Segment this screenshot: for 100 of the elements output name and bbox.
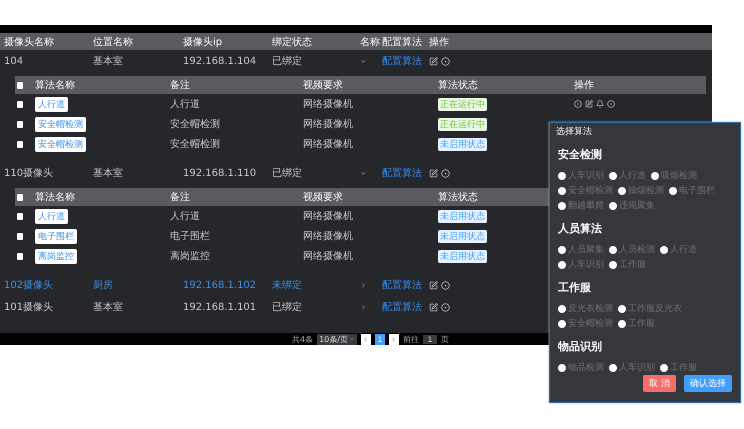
radio-button[interactable] [558,320,566,328]
column-header: 名称 [360,36,380,48]
row-checkbox[interactable] [17,212,23,220]
algorithm-option[interactable]: 反光衣检测 [558,302,613,315]
section-heading: 工作服 [558,280,592,295]
status-tag: 未启用状态 [438,250,487,262]
algorithm-option[interactable]: 电子围栏 [669,184,715,197]
edit-icon[interactable] [429,56,438,66]
radio-button[interactable] [618,320,626,328]
radio-button[interactable] [609,260,617,268]
select-all-checkbox[interactable] [17,194,23,200]
radio-button[interactable] [660,364,668,372]
goto-page-field[interactable]: 1 [422,334,437,344]
algorithm-option[interactable]: 安全帽检测 [558,184,613,197]
radio-button[interactable] [558,172,566,180]
column-header: 摄像头名称 [4,36,54,48]
table-cell-text: 网络摄像机 [303,210,354,223]
page-size-select[interactable]: 10条/页 [317,334,357,344]
config-link[interactable]: 配置算法 [382,278,429,292]
radio-button[interactable] [558,202,566,210]
edit-icon[interactable] [429,168,438,178]
algorithm-option[interactable]: 吸烟检测 [651,169,697,182]
page-button[interactable]: 1 [374,334,385,344]
edit-icon[interactable] [429,302,438,312]
row-checkbox[interactable] [17,252,23,260]
radio-button[interactable] [660,246,668,254]
bell-icon[interactable] [596,100,604,108]
section-heading: 安全检测 [558,147,603,162]
table-cell-text: 192.168.1.101 [183,302,258,312]
radio-button[interactable] [609,202,617,210]
table-cell-text: 192.168.1.104 [183,56,258,66]
expand-icon[interactable] [360,282,367,288]
radio-button[interactable] [651,172,659,180]
algorithm-option[interactable]: 工作服反光衣 [618,302,682,315]
edit-icon[interactable] [585,100,593,108]
algorithm-option[interactable]: 人行道 [609,169,646,182]
radio-button[interactable] [618,186,626,194]
circle-dot-icon[interactable] [441,168,450,178]
config-link[interactable]: 配置算法 [382,166,429,180]
algorithm-option[interactable]: 工作服 [618,317,655,330]
radio-button[interactable] [618,304,626,312]
algorithm-name: 人行道 [35,208,68,224]
radio-button[interactable] [558,260,566,268]
circle-dot-icon[interactable] [607,100,615,108]
algorithm-option[interactable]: 人车识别 [558,169,604,182]
algorithm-option[interactable]: 人车识别 [609,361,655,374]
row-checkbox[interactable] [17,140,23,148]
circle-dot-icon[interactable] [574,100,582,108]
radio-button[interactable] [558,186,566,194]
expand-icon[interactable] [360,58,367,64]
cancel-button[interactable]: 取 消 [643,375,676,392]
table-cell-text: 厨房 [93,278,114,292]
radio-button[interactable] [609,246,617,254]
row-checkbox[interactable] [17,232,23,240]
column-header: 绑定状态 [272,36,312,48]
table-cell-text: 192.168.1.102 [183,280,258,290]
radio-button[interactable] [558,364,566,372]
algorithm-option[interactable]: 人员聚集 [558,243,604,256]
chevron-right-icon [390,336,398,342]
table-cell-text: 离岗监控 [170,250,211,263]
table-cell-text: 未绑定 [272,278,303,292]
algorithm-option[interactable]: 抽烟检测 [618,184,664,197]
algorithm-option[interactable]: 工作服 [660,361,697,374]
confirm-button[interactable]: 确认选择 [684,375,732,392]
goto-unit: 页 [440,334,449,344]
config-link[interactable]: 配置算法 [382,54,429,68]
status-tag: 正在运行中 [438,98,487,110]
circle-dot-icon[interactable] [441,280,450,290]
expand-icon[interactable] [360,304,367,310]
radio-button[interactable] [609,172,617,180]
next-page-button[interactable] [388,334,399,344]
circle-dot-icon[interactable] [441,302,450,312]
prev-page-button[interactable] [360,334,371,344]
row-checkbox[interactable] [17,120,23,128]
expand-icon[interactable] [360,170,367,176]
row-checkbox[interactable] [17,100,23,108]
algorithm-option[interactable]: 人行道 [660,243,697,256]
config-link[interactable]: 配置算法 [382,300,429,314]
status-tag: 未启用状态 [438,230,487,242]
status-tag: 未启用状态 [438,138,487,150]
table-cell-text: 101摄像头 [4,300,54,314]
select-all-checkbox[interactable] [17,82,23,88]
circle-dot-icon[interactable] [441,56,450,66]
algorithm-option[interactable]: 工作服 [609,258,646,271]
table-cell-text: 网络摄像机 [303,98,354,111]
radio-button[interactable] [669,186,677,194]
table-cell-text: 基本室 [93,300,124,314]
column-header: 视频要求 [303,190,343,204]
radio-button[interactable] [609,364,617,372]
algorithm-option[interactable]: 翻越攀爬 [558,199,604,212]
radio-button[interactable] [558,304,566,312]
algorithm-option[interactable]: 安全帽检测 [558,317,613,330]
edit-icon[interactable] [429,280,438,290]
table-cell-text: 110摄像头 [4,166,54,180]
algorithm-option[interactable]: 物品检测 [558,361,604,374]
radio-button[interactable] [558,246,566,254]
algorithm-option[interactable]: 违规聚集 [609,199,655,212]
algorithm-option[interactable]: 人员检测 [609,243,655,256]
algorithm-option[interactable]: 人车识别 [558,258,604,271]
table-cell-text: 人行道 [170,210,201,223]
